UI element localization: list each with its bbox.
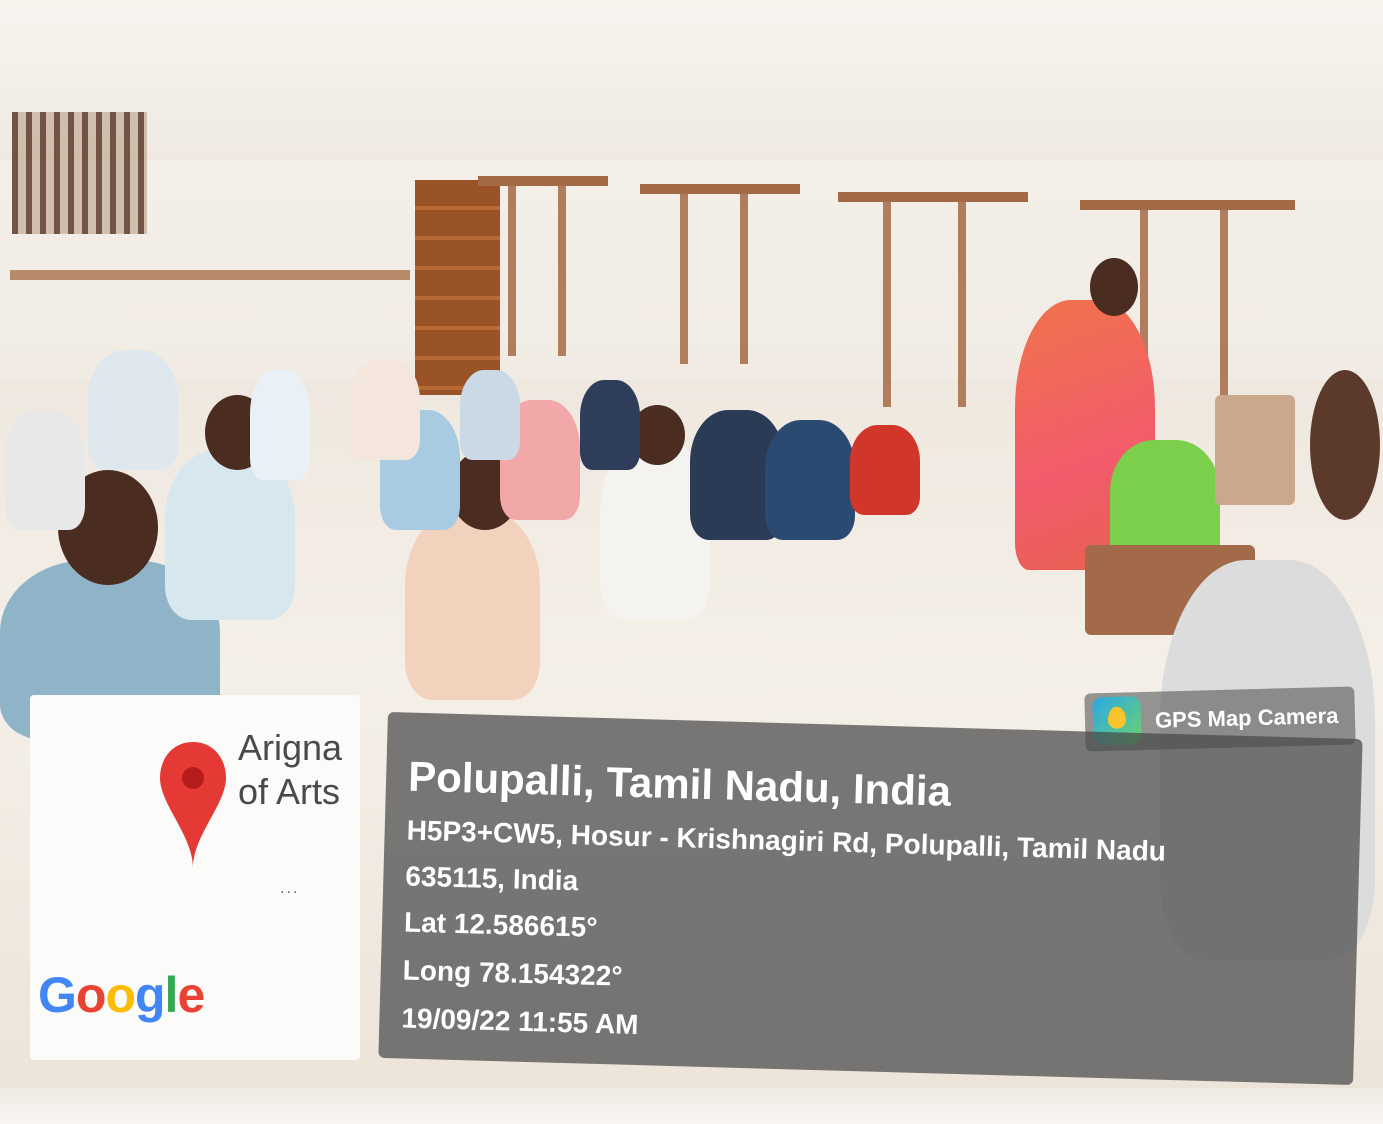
google-logo: Google <box>38 966 205 1024</box>
wall-vent <box>12 112 147 234</box>
teacher-head <box>1090 258 1138 316</box>
window <box>478 176 608 356</box>
more-indicator: ... <box>280 880 300 897</box>
google-logo-letter: g <box>135 967 166 1023</box>
address-line-2: 635115, India <box>404 860 579 897</box>
address-line-1: H5P3+CW5, Hosur - Krishnagiri Rd, Polupa… <box>406 814 1167 867</box>
timestamp: 19/09/22 11:55 AM <box>401 1002 639 1041</box>
torn-paper-edge <box>0 1088 1383 1124</box>
wall-band <box>10 270 410 280</box>
chair <box>1215 395 1295 505</box>
window <box>838 192 1028 407</box>
foreground-head <box>1310 370 1380 520</box>
google-logo-letter: l <box>164 967 179 1023</box>
longitude: Long 78.154322° <box>402 954 623 992</box>
place-name: Arigna of Arts <box>238 727 343 812</box>
google-logo-letter: G <box>38 967 77 1023</box>
latitude: Lat 12.586615° <box>403 906 598 943</box>
location-info-panel: Polupalli, Tamil Nadu, India H5P3+CW5, H… <box>378 712 1363 1086</box>
google-logo-letter: o <box>105 967 136 1023</box>
google-logo-letter: e <box>177 967 205 1023</box>
google-logo-letter: o <box>75 967 107 1023</box>
ceiling <box>0 0 1383 160</box>
map-pin-icon <box>160 742 226 868</box>
location-title: Polupalli, Tamil Nadu, India <box>407 752 952 815</box>
window <box>640 184 800 364</box>
gps-badge-label: GPS Map Camera <box>1154 702 1339 733</box>
